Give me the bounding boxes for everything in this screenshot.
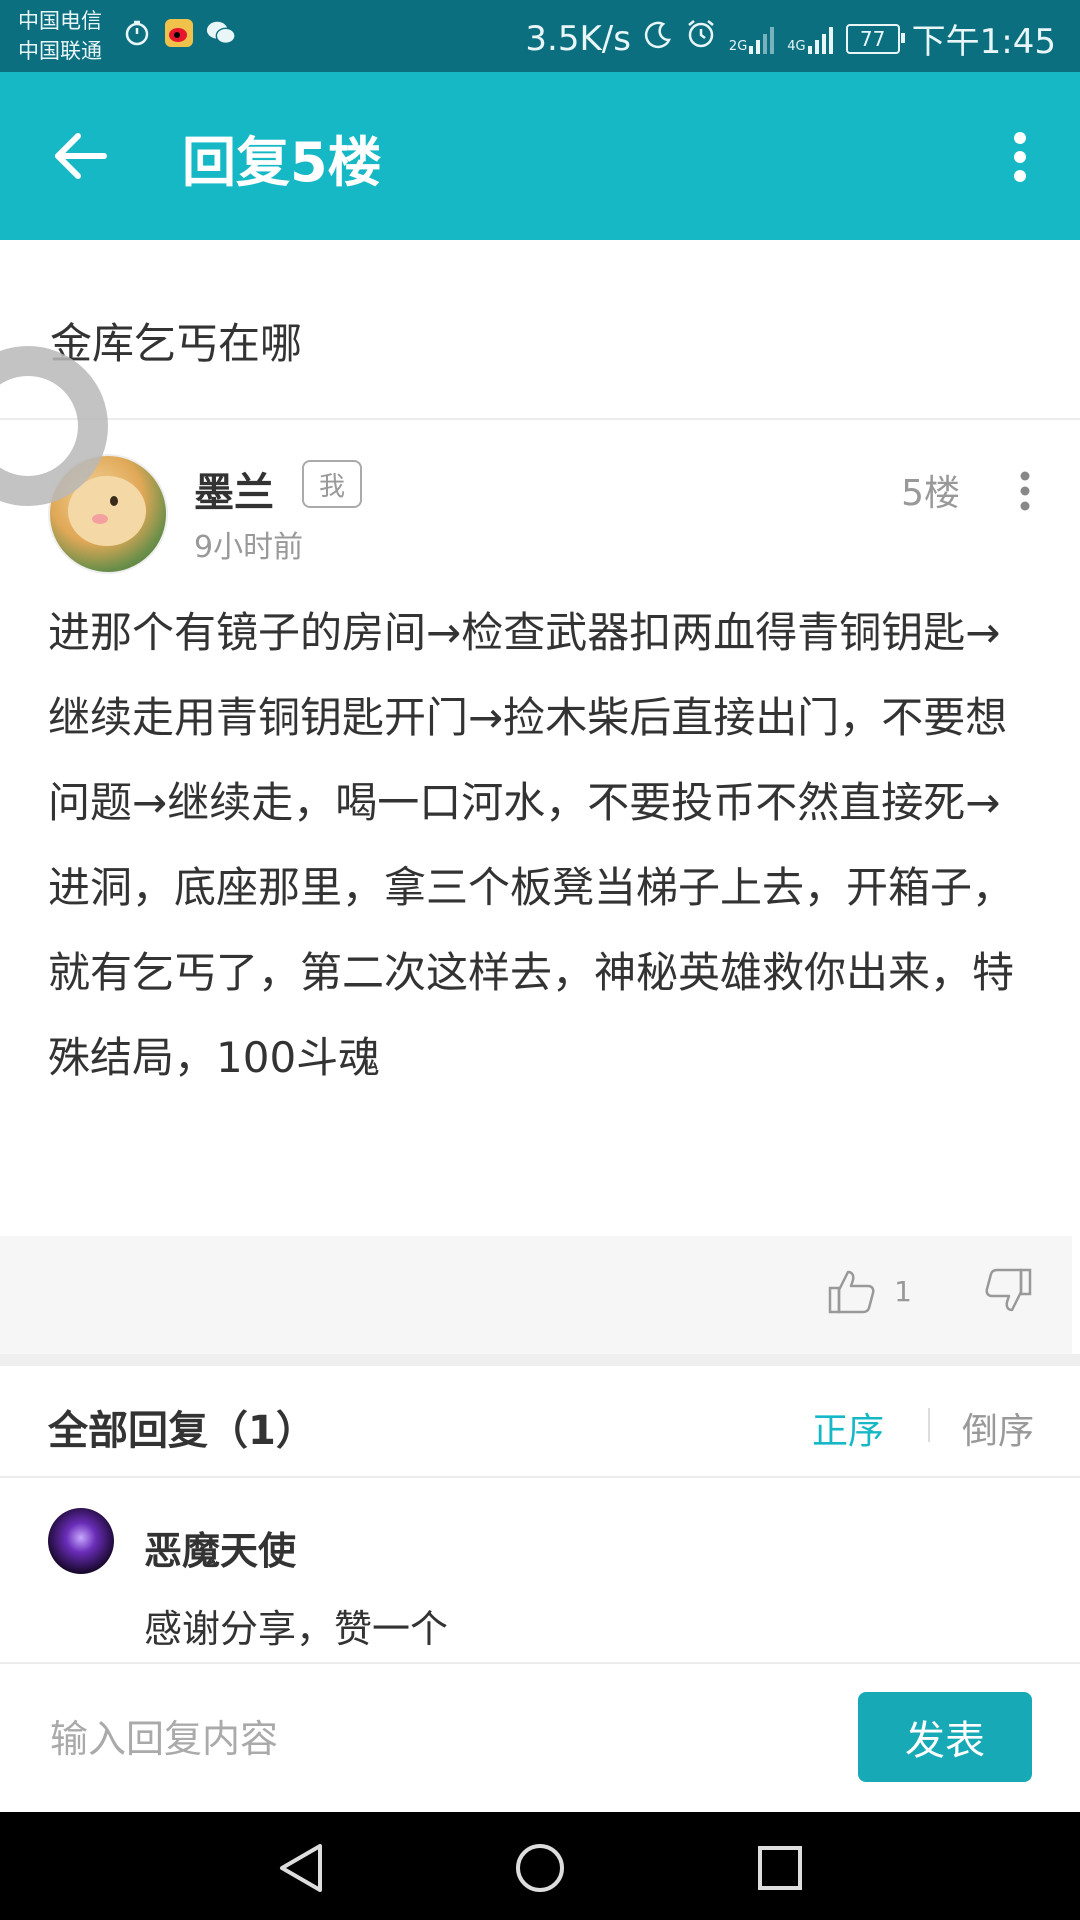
circle-home-icon [516, 1844, 564, 1892]
app-bar: 回复5楼 [0, 72, 1080, 240]
topic-title: 金库乞丐在哪 [50, 319, 303, 368]
sort-divider [928, 1408, 930, 1442]
replies-title: 全部回复（1） [48, 1408, 316, 1454]
square-recents-icon [758, 1846, 802, 1890]
like-button[interactable]: 1 [828, 1268, 912, 1314]
nav-back-button[interactable] [270, 1838, 330, 1898]
weibo-icon [164, 18, 194, 48]
carrier-2: 中国联通 [18, 39, 102, 63]
signal-2g-icon: 2G [729, 24, 775, 54]
nav-recents-button[interactable] [750, 1838, 810, 1898]
post-username[interactable]: 墨兰 [194, 460, 274, 518]
carrier-1: 中国电信 [18, 9, 102, 33]
avatar-cheek [92, 514, 108, 524]
battery-level: 77 [859, 26, 886, 51]
reply-text: 感谢分享，赞一个 [144, 1607, 449, 1651]
reply-username[interactable]: 恶魔天使 [144, 1520, 296, 1575]
floor-number: 5楼 [901, 473, 960, 514]
section-divider [0, 1354, 1080, 1366]
more-vertical-icon [1014, 132, 1026, 182]
topic-header[interactable]: 金库乞丐在哪 [0, 240, 1080, 420]
thumbs-up-icon [828, 1270, 875, 1314]
sort-descending-button[interactable]: 倒序 [962, 1402, 1034, 1454]
thumbs-down-icon [985, 1268, 1032, 1312]
stopwatch-icon [122, 18, 152, 48]
me-badge: 我 [302, 460, 362, 508]
sort-ascending-button[interactable]: 正序 [812, 1402, 884, 1454]
notification-icons [122, 18, 236, 48]
reply-input[interactable] [48, 1708, 812, 1770]
moon-icon [643, 19, 673, 59]
post-header: 墨兰 我 9小时前 5楼 [0, 420, 1080, 580]
status-right: 3.5K/s 2G 4G 77 下午1:45 [525, 14, 1056, 63]
network-speed: 3.5K/s [525, 18, 631, 59]
post-more-button[interactable] [1010, 466, 1040, 516]
navigation-bar [0, 1812, 1080, 1920]
battery-icon: 77 [845, 23, 905, 54]
signal-4g-label: 4G [787, 38, 806, 54]
send-button[interactable]: 发表 [858, 1692, 1032, 1782]
more-vertical-icon [1020, 471, 1030, 511]
page-title: 回复5楼 [182, 131, 382, 194]
back-button[interactable] [46, 124, 116, 188]
triangle-back-icon [280, 1844, 322, 1892]
post-time: 9小时前 [194, 530, 304, 565]
signal-2g-label: 2G [728, 38, 748, 54]
carrier-info: 中国电信 中国联通 [18, 6, 102, 66]
signal-4g-icon: 4G [787, 24, 833, 54]
reply-input-bar: 发表 [0, 1664, 1080, 1812]
more-options-button[interactable] [1000, 122, 1040, 192]
replies-header: 全部回复（1） 正序 倒序 [0, 1366, 1080, 1478]
reply-item[interactable]: 恶魔天使 感谢分享，赞一个 [0, 1478, 1080, 1664]
avatar[interactable] [48, 1508, 114, 1574]
avatar-eye [110, 496, 118, 506]
dislike-button[interactable] [984, 1268, 1032, 1318]
post-actions: 1 [0, 1236, 1072, 1354]
alarm-icon [685, 18, 717, 59]
post-content: 进那个有镜子的房间→检查武器扣两血得青铜钥匙→继续走用青铜钥匙开门→捡木柴后直接… [48, 608, 1015, 1082]
clock: 下午1:45 [911, 22, 1056, 62]
nav-home-button[interactable] [510, 1838, 570, 1898]
arrow-left-icon [55, 133, 107, 179]
like-count: 1 [894, 1274, 912, 1308]
wechat-icon [206, 18, 236, 48]
status-bar: 中国电信 中国联通 3.5K/s 2G 4G 77 下午1:45 [0, 0, 1080, 72]
